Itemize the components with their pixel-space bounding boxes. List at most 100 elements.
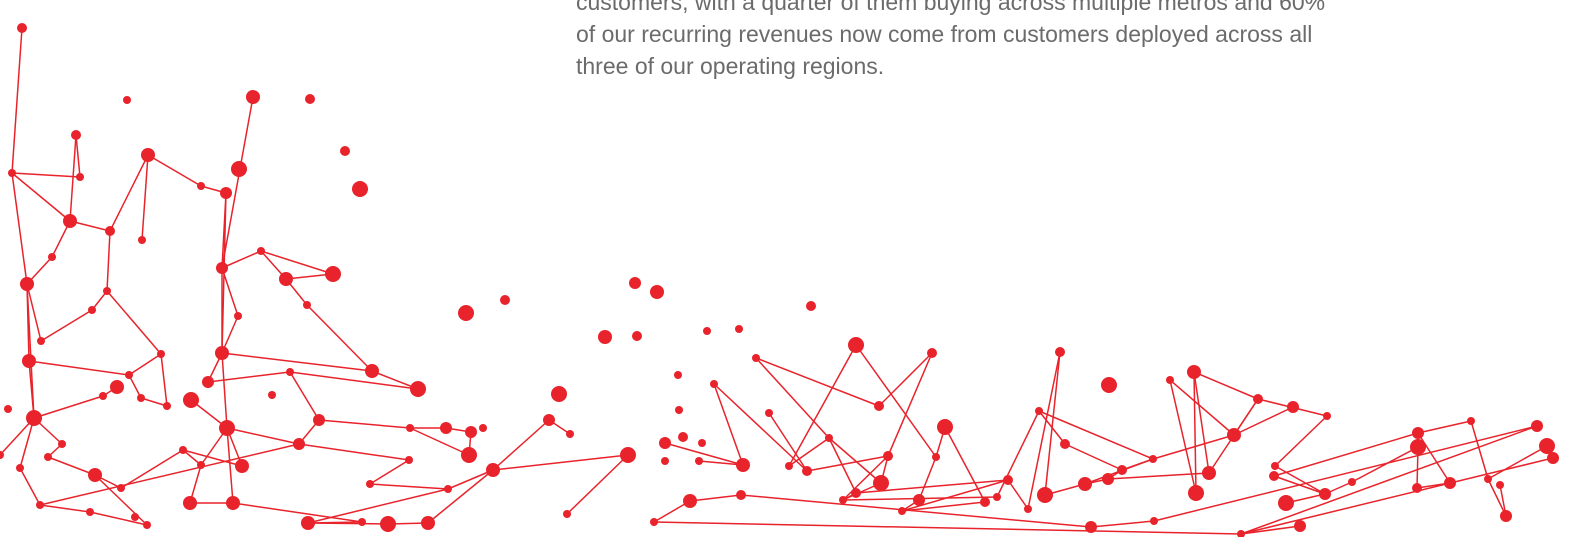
network-node [703,327,711,335]
network-node [458,305,474,321]
network-node [365,364,379,378]
network-edge [128,353,162,376]
network-node [1500,510,1512,522]
network-node [325,266,341,282]
network-edge [1351,446,1419,483]
network-node [234,312,242,320]
network-edge [447,469,494,490]
network-node [1035,407,1043,415]
network-edge [1038,410,1154,460]
network-edge [566,454,629,515]
network-edge [755,357,880,407]
network-edge [106,290,162,355]
network-node [226,496,240,510]
network-node [36,501,44,509]
network-node [1237,530,1245,537]
network-node [620,447,636,463]
network-node [710,380,718,388]
network-node [1085,521,1097,533]
network-node [825,434,833,442]
network-edge [226,427,300,445]
network-node [340,146,350,156]
network-node [551,386,567,402]
network-node [1117,465,1127,475]
network-node [63,214,77,228]
network-edge [19,467,41,506]
network-node [313,414,325,426]
network-node [141,148,155,162]
network-node [1150,517,1158,525]
network-node [1467,417,1475,425]
network-edge [1274,415,1328,467]
network-node [851,488,861,498]
network-node [1024,505,1032,513]
network-edge [1090,520,1155,528]
network-node [1547,452,1559,464]
network-node [4,405,12,413]
network-node [305,94,315,104]
network-node [216,262,228,274]
network-node [117,484,125,492]
network-edge [1169,379,1197,494]
network-node [806,301,816,311]
network-node [1319,488,1331,500]
network-edge [39,443,300,506]
network-edge [33,395,104,419]
network-node [632,331,642,341]
network-edge [221,96,254,269]
network-node [279,272,293,286]
network-edge [221,352,373,372]
network-node [286,368,294,376]
network-node [123,96,131,104]
network-node [486,463,500,477]
network-node [479,424,487,432]
network-edge [887,352,933,457]
network-node [1101,377,1117,393]
network-node [8,169,16,177]
network-edge [318,419,411,429]
network-node [1444,477,1456,489]
network-node [26,410,42,426]
network-node [785,462,793,470]
network-node [44,453,52,461]
network-node [37,337,45,345]
paragraph-line-3: three of our operating regions. [576,53,885,79]
network-node [231,161,247,177]
network-edge [232,502,363,523]
network-node [1166,376,1174,384]
network-node [257,247,265,255]
network-node [993,493,1001,501]
network-node [58,440,66,448]
network-node [125,371,133,379]
network-node [650,285,664,299]
network-node [1055,347,1065,357]
network-edge [207,371,291,383]
network-node [1253,394,1263,404]
network-node [163,402,171,410]
network-node [659,437,671,449]
network-node [650,518,658,526]
network-node [683,494,697,508]
network-edge [39,504,91,513]
network-node [883,451,893,461]
network-edge [427,469,494,524]
network-node [219,420,235,436]
network-node [874,401,884,411]
network-node [380,516,396,532]
network-node [440,422,452,434]
network-node [765,409,773,417]
network-edge [69,134,77,222]
network-node [461,447,477,463]
network-node [183,392,199,408]
network-node [678,432,688,442]
network-node [563,510,571,518]
network-edge [120,449,184,489]
network-node [183,496,197,510]
network-node [898,507,906,515]
network-edge [141,154,149,241]
network-node [71,130,81,140]
network-node [1531,420,1543,432]
network-node [1271,462,1279,470]
paragraph-line-1: customers, with a quarter of them buying… [576,0,1326,15]
network-node [352,181,368,197]
